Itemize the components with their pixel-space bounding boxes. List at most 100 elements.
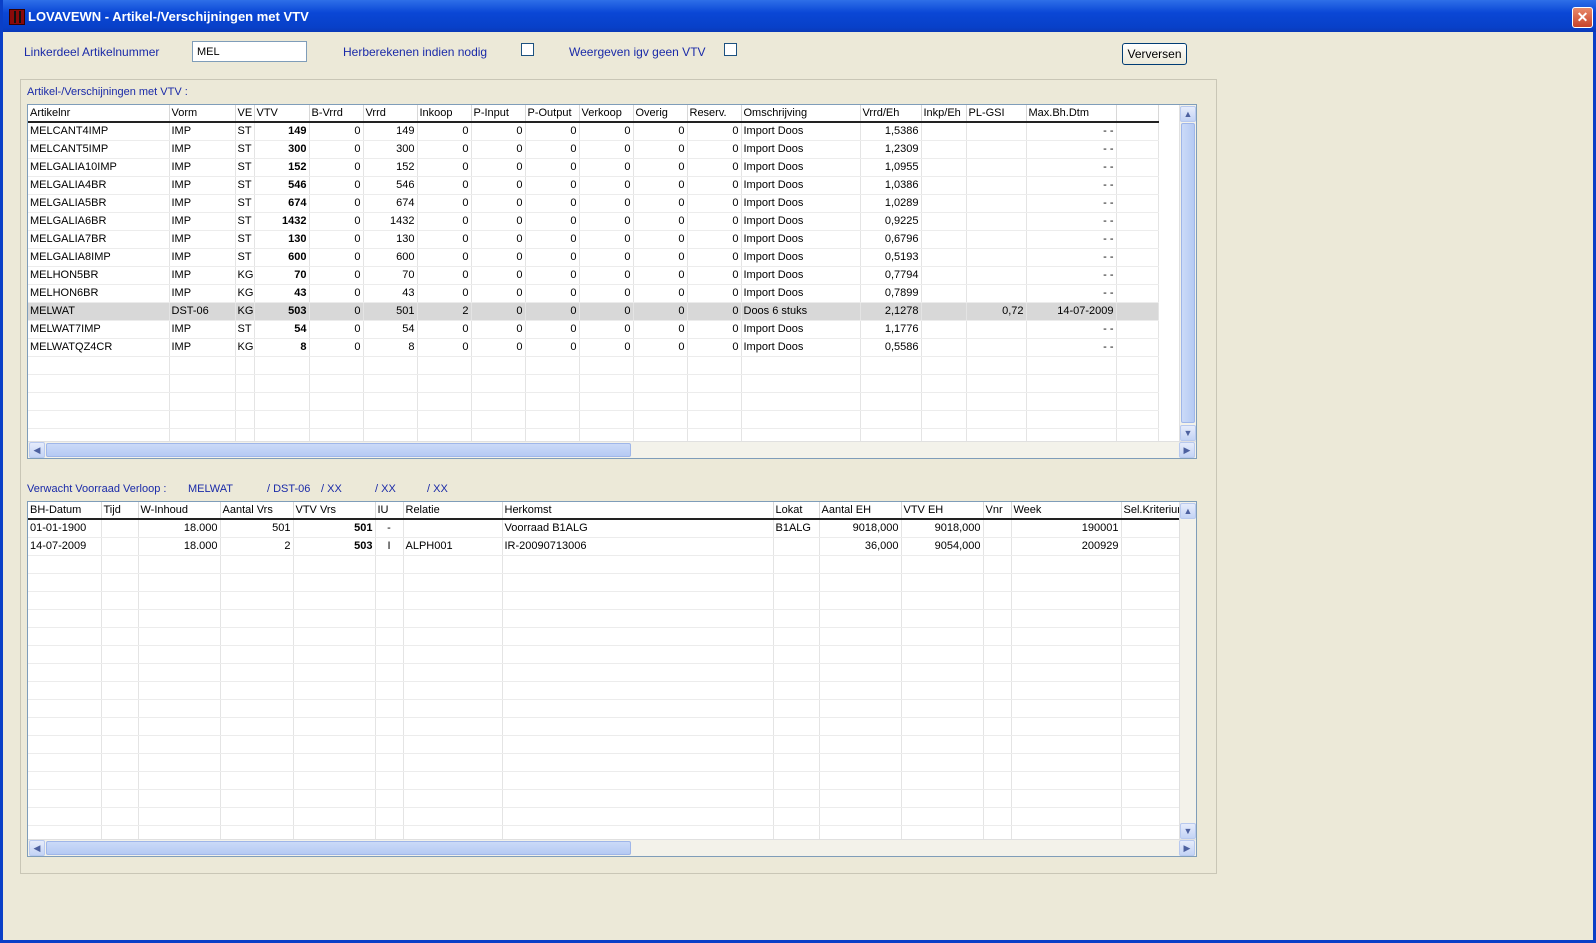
table-cell: 8 [363,338,418,357]
table-cell: IMP [169,230,236,249]
table-cell [1011,627,1122,646]
column-header[interactable]: Relatie [403,502,503,520]
column-header[interactable]: IU [375,502,404,520]
table-row[interactable]: MELGALIA6BR IMP ST 1432 0 1432 0 0 0 0 0 0 Import Do… [28,212,1159,231]
scroll-down-icon[interactable]: ▼ [1180,823,1196,839]
refresh-button[interactable]: Verversen [1122,43,1187,65]
column-header[interactable]: Artikelnr [28,105,170,123]
table-row[interactable]: MELWATQZ4CR IMP KG 8 0 8 0 0 0 0 0 0 Import Doos 0,55… [28,338,1159,357]
table-cell [28,771,102,790]
article-input[interactable] [192,41,307,62]
column-header[interactable]: Tijd [101,502,139,520]
table-cell [1011,753,1122,772]
article-grid-hscroll[interactable]: ◀ ▶ [28,441,1196,458]
column-header[interactable]: Vnr [983,502,1012,520]
table-cell: 149 [363,122,418,141]
column-header[interactable]: Inkoop [417,105,472,123]
recalc-checkbox[interactable] [521,43,534,56]
table-cell [502,609,774,628]
table-cell [235,410,255,429]
table-cell [101,807,139,826]
table-cell: 0,5193 [860,248,922,267]
column-header[interactable]: Sel.Kriterium [1121,502,1184,520]
forecast-grid-vscroll[interactable]: ▲ ▼ [1179,502,1196,840]
column-header[interactable]: Herkomst [502,502,774,520]
table-cell: 0 [579,122,634,141]
article-grid[interactable]: Artikelnr Vorm VE VTV B-Vrrd Vrrd Inkoop P-Inpu… [27,104,1197,459]
scroll-left-icon[interactable]: ◀ [29,442,45,458]
table-cell [579,374,634,393]
table-row[interactable]: MELHON6BR IMP KG 43 0 43 0 0 0 0 0 0 Import Doos 0,78… [28,284,1159,303]
column-header[interactable]: VTV EH [901,502,984,520]
table-cell [819,609,902,628]
table-row[interactable]: MELGALIA10IMP IMP ST 152 0 152 0 0 0 0 0 0 Import Do… [28,158,1159,177]
column-header[interactable]: W-Inhoud [138,502,221,520]
close-button[interactable]: ✕ [1572,7,1593,28]
table-cell [502,789,774,808]
column-header[interactable]: PL-GSI [966,105,1027,123]
title-bar[interactable]: LOVAVEWN - Artikel-/Verschijningen met V… [3,0,1596,32]
column-header[interactable]: VTV Vrs [293,502,376,520]
column-header[interactable]: Verkoop [579,105,634,123]
scroll-right-icon[interactable]: ▶ [1179,840,1195,856]
column-header[interactable]: B-Vrrd [309,105,364,123]
column-header[interactable]: Omschrijving [741,105,861,123]
show-no-vtv-checkbox[interactable] [724,43,737,56]
forecast-grid[interactable]: BH-Datum Tijd W-Inhoud Aantal Vrs VTV Vrs IU R… [27,501,1197,857]
table-row[interactable]: MELGALIA5BR IMP ST 674 0 674 0 0 0 0 0 0 Import Doos… [28,194,1159,213]
table-cell [254,374,310,393]
table-row[interactable]: MELGALIA7BR IMP ST 130 0 130 0 0 0 0 0 0 Import Doos… [28,230,1159,249]
column-header[interactable]: Aantal Vrs [220,502,294,520]
table-row[interactable]: MELWAT DST-06 KG 503 0 501 2 0 0 0 0 0 Doos 6 stuks 2… [28,302,1159,321]
column-header[interactable]: P-Input [471,105,526,123]
scroll-up-icon[interactable]: ▲ [1180,503,1196,519]
table-row[interactable]: MELWAT7IMP IMP ST 54 0 54 0 0 0 0 0 0 Import Doos 1,1… [28,320,1159,339]
table-row[interactable]: 01-01-1900 18.000 501 501- Voorraad B1ALG B1A… [28,519,1184,538]
table-cell [579,410,634,429]
column-header[interactable]: P-Output [525,105,580,123]
article-grid-vscroll[interactable]: ▲ ▼ [1179,105,1196,442]
table-row[interactable]: MELGALIA4BR IMP ST 546 0 546 0 0 0 0 0 0 Import Doos… [28,176,1159,195]
column-header[interactable]: Lokat [773,502,820,520]
column-header[interactable]: Overig [633,105,688,123]
column-header[interactable]: BH-Datum [28,502,102,520]
scroll-right-icon[interactable]: ▶ [1179,442,1195,458]
table-cell: 0 [471,284,526,303]
table-row[interactable]: 14-07-2009 18.000 2 503 I ALPH001 IR-200907130… [28,537,1184,556]
vscroll-thumb[interactable] [1181,123,1195,423]
column-header[interactable]: Inkp/Eh [921,105,967,123]
column-header[interactable]: VE [235,105,255,123]
table-cell [525,356,580,375]
table-row[interactable]: MELCANT5IMP IMP ST 300 0 300 0 0 0 0 0 0 Import Doos… [28,140,1159,159]
column-header[interactable]: Aantal EH [819,502,902,520]
table-row[interactable]: MELGALIA8IMP IMP ST 600 0 600 0 0 0 0 0 0 Import Doo… [28,248,1159,267]
column-header[interactable]: VTV [254,105,310,123]
column-header[interactable] [1116,105,1159,123]
table-cell [138,681,221,700]
hscroll-thumb[interactable] [46,841,631,855]
table-cell [403,771,503,790]
scroll-down-icon[interactable]: ▼ [1180,425,1196,441]
column-header[interactable]: Week [1011,502,1122,520]
table-cell: 149 [254,122,310,141]
table-row[interactable]: MELHON5BR IMP KG 70 0 70 0 0 0 0 0 0 Import Doos 0,77… [28,266,1159,285]
table-cell: 0 [471,338,526,357]
table-cell [966,158,1027,177]
table-row[interactable]: MELCANT4IMP IMP ST 149 0 149 0 0 0 0 0 0 Import Doos… [28,122,1159,141]
table-cell: 0 [471,212,526,231]
table-cell [403,645,503,664]
scroll-up-icon[interactable]: ▲ [1180,106,1196,122]
column-header[interactable]: Vrrd [363,105,418,123]
table-cell: 0 [525,338,580,357]
forecast-grid-hscroll[interactable]: ◀ ▶ [28,839,1196,856]
column-header[interactable]: Reserv. [687,105,742,123]
hscroll-thumb[interactable] [46,443,631,457]
forecast-x1: / XX [321,483,342,495]
column-header[interactable]: Max.Bh.Dtm [1026,105,1117,123]
scroll-left-icon[interactable]: ◀ [29,840,45,856]
table-cell [1121,519,1184,538]
column-header[interactable]: Vorm [169,105,236,123]
table-cell: MELGALIA7BR [28,230,170,249]
column-header[interactable]: Vrrd/Eh [860,105,922,123]
table-cell [819,681,902,700]
